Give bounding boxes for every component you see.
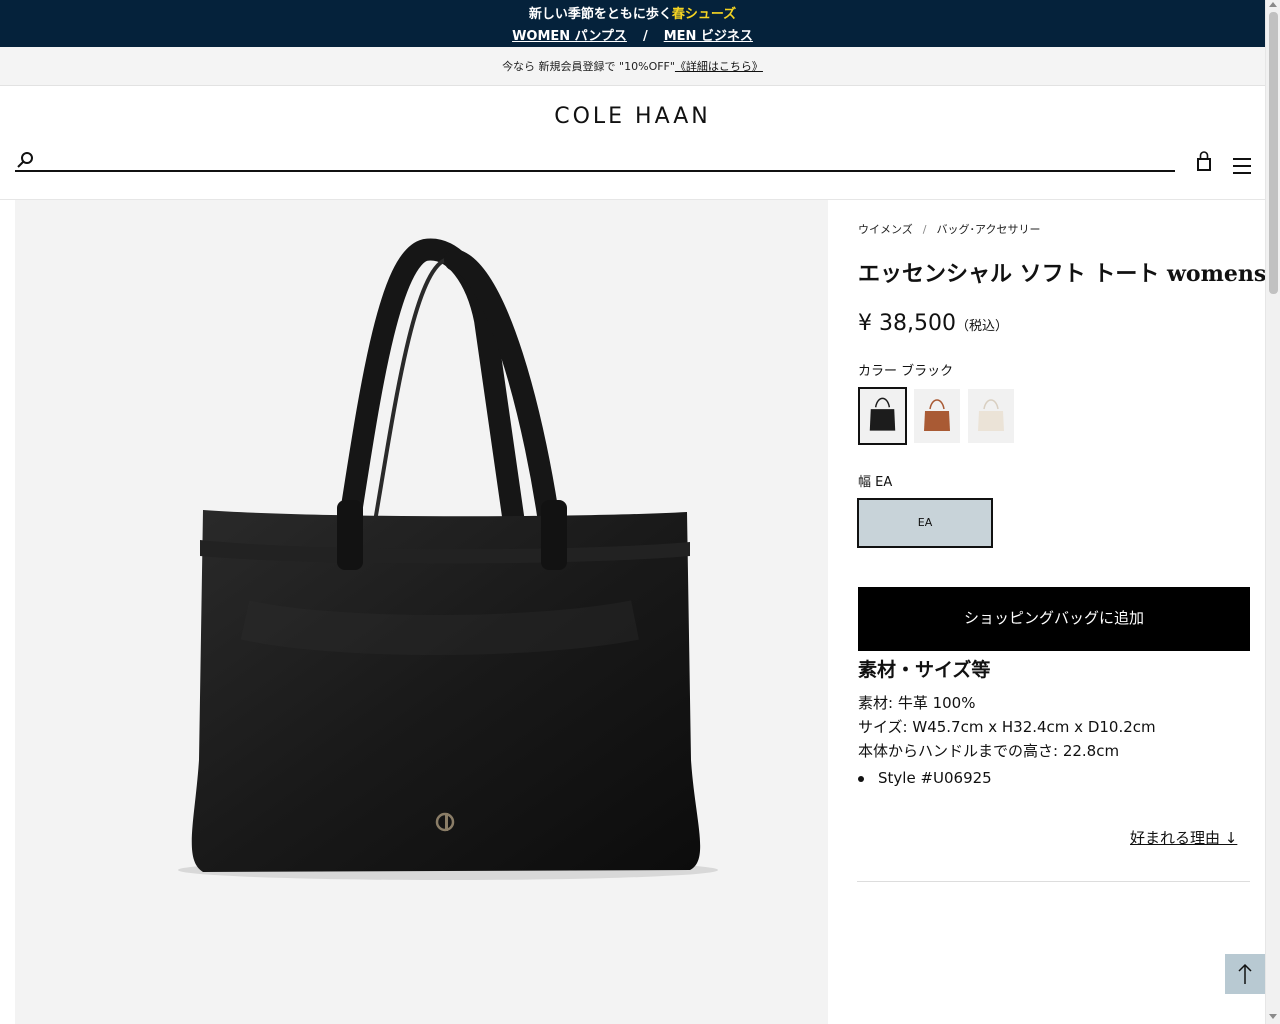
spec-material: 素材: 牛革 100%: [858, 694, 976, 712]
brand-logo[interactable]: COLE HAAN: [0, 104, 1265, 129]
swatch-brown[interactable]: [914, 389, 960, 443]
why-loved-link[interactable]: 好まれる理由 ↓: [1130, 827, 1237, 848]
scroll-down-arrow[interactable]: [1269, 1014, 1277, 1019]
scroll-thumb[interactable]: [1269, 12, 1278, 294]
promo-headline: 新しい季節をともに歩く春シューズ: [0, 3, 1265, 22]
breadcrumb-separator: /: [922, 223, 927, 236]
price-value: ¥ 38,500: [858, 311, 956, 336]
width-label: 幅 EA: [858, 475, 893, 490]
spec-size: サイズ: W45.7cm x H32.4cm x D10.2cm: [858, 718, 1156, 736]
arrow-up-icon: [1238, 963, 1252, 984]
breadcrumb: ウイメンズ / バッグ･アクセサリー: [858, 221, 1040, 237]
spec-style-item: Style #U06925: [858, 769, 992, 787]
black-tote-thumbnail: [869, 397, 896, 431]
page-scrollbar[interactable]: [1265, 0, 1280, 1024]
promo-links: WOMEN パンプス / MEN ビジネス: [0, 25, 1265, 44]
promo-men-link[interactable]: MEN ビジネス: [664, 29, 753, 44]
member-bar-text: 今なら 新規会員登録で "10%OFF": [502, 60, 675, 73]
product-image-gallery[interactable]: [15, 200, 828, 1024]
tote-bag-image: [178, 238, 718, 880]
spec-handle-height: 本体からハンドルまでの高さ: 22.8cm: [858, 742, 1120, 760]
breadcrumb-womens[interactable]: ウイメンズ: [858, 223, 913, 236]
swatch-ivory[interactable]: [968, 389, 1014, 443]
promo-banner: 新しい季節をともに歩く春シューズ WOMEN パンプス / MEN ビジネス: [0, 0, 1265, 47]
swatch-black[interactable]: [858, 387, 907, 445]
member-details-link[interactable]: 《詳細はこちら》: [675, 60, 763, 73]
promo-headline-text: 新しい季節をともに歩く: [528, 7, 672, 22]
specs-title: 素材・サイズ等: [858, 659, 991, 681]
promo-women-link[interactable]: WOMEN パンプス: [512, 29, 627, 44]
promo-separator: /: [642, 29, 648, 44]
promo-highlight: 春シューズ: [671, 7, 737, 22]
hamburger-menu-icon[interactable]: [1232, 157, 1252, 175]
search-input[interactable]: [44, 148, 1164, 168]
back-to-top-button[interactable]: [1225, 954, 1265, 994]
width-option-ea[interactable]: EA: [857, 498, 993, 548]
bullet-dot: [858, 775, 864, 782]
product-title: エッセンシャル ソフト トート womens: [858, 261, 1267, 287]
scroll-up-arrow[interactable]: [1269, 2, 1277, 7]
search-icon[interactable]: [16, 151, 36, 171]
spec-style: Style #U06925: [878, 769, 992, 787]
search-underline: [15, 170, 1175, 172]
price-tax-note: （税込）: [955, 319, 1008, 334]
add-to-bag-button[interactable]: ショッピングバッグに追加: [858, 587, 1250, 651]
color-label: カラー ブラック: [858, 364, 954, 379]
section-divider: [857, 881, 1250, 882]
ivory-tote-thumbnail: [978, 399, 1004, 431]
brown-tote-thumbnail: [924, 399, 950, 431]
breadcrumb-bags[interactable]: バッグ･アクセサリー: [937, 223, 1041, 236]
product-price: ¥ 38,500（税込）: [858, 311, 1008, 336]
shopping-bag-icon[interactable]: [1194, 151, 1214, 173]
member-bar: 今なら 新規会員登録で "10%OFF"《詳細はこちら》: [0, 47, 1265, 86]
